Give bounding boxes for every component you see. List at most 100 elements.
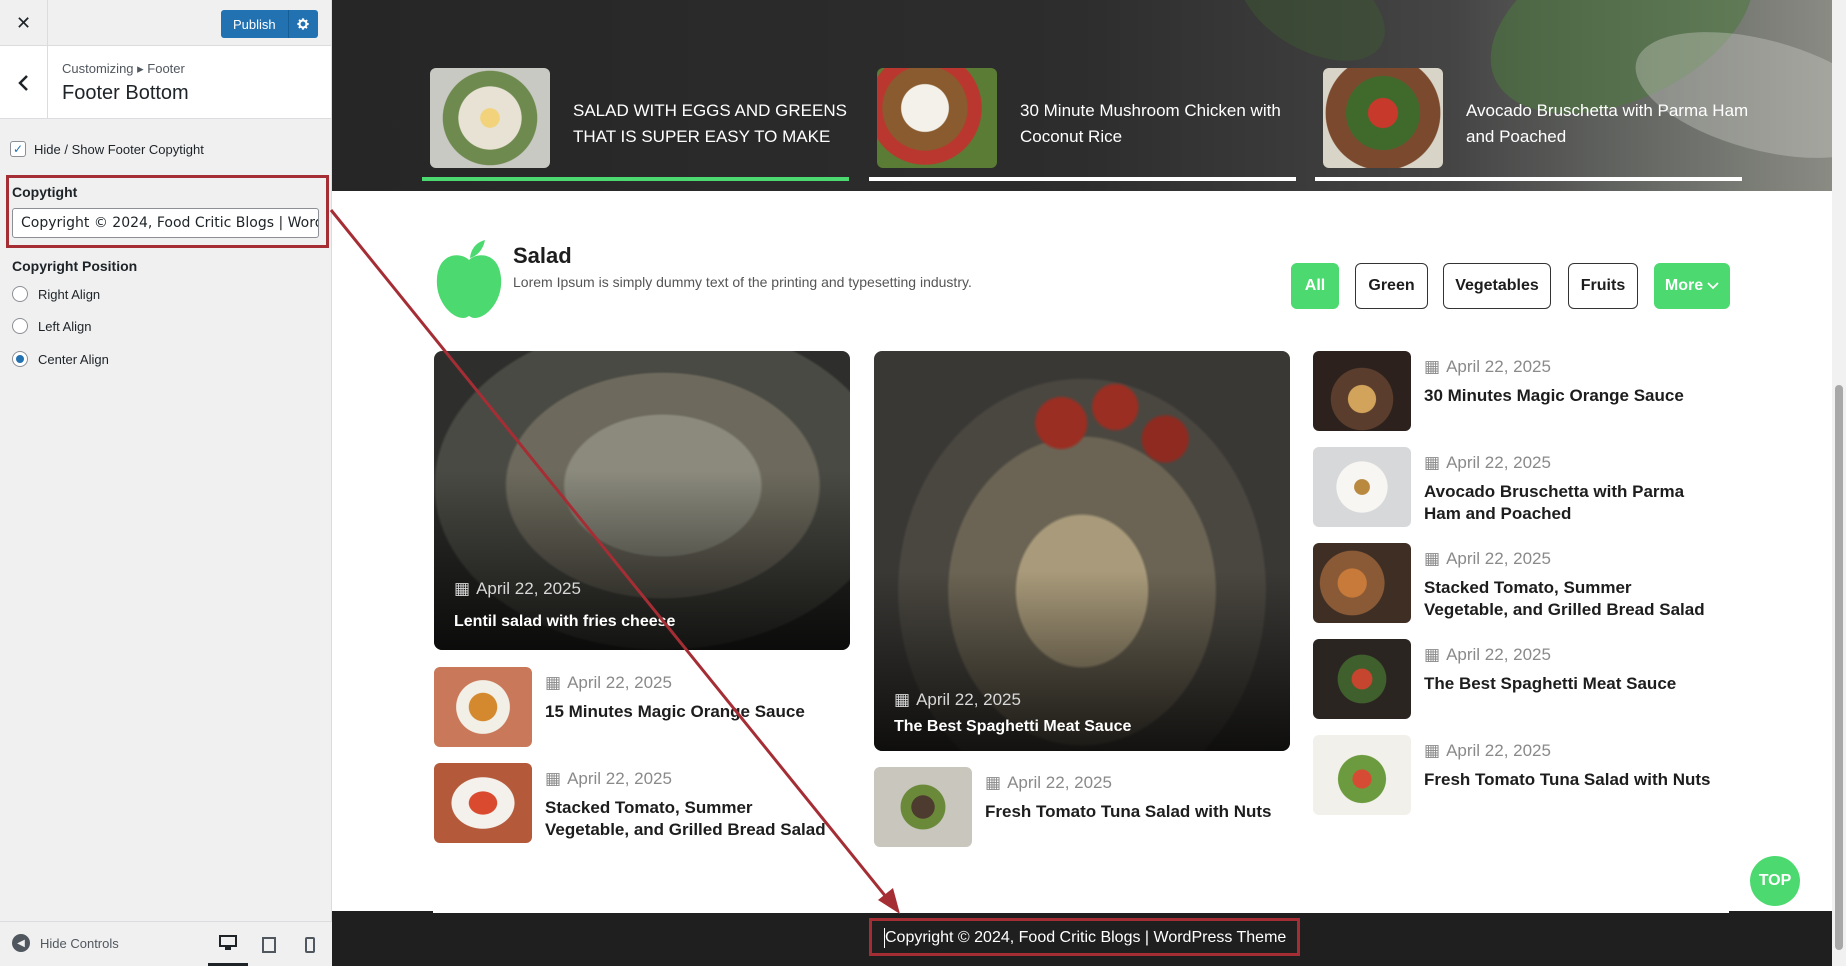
radio-center-align[interactable]: Center Align xyxy=(12,351,109,367)
customizer-sidebar: ✕ Publish Customizing ▸ Footer Footer Bo… xyxy=(0,0,332,966)
close-icon[interactable]: ✕ xyxy=(0,0,48,46)
calendar-icon: ▦ xyxy=(985,773,1002,792)
radio-right-align[interactable]: Right Align xyxy=(12,286,100,302)
slide-title[interactable]: 30 Minute Mushroom Chicken with Coconut … xyxy=(1020,98,1320,150)
mobile-preview-icon[interactable] xyxy=(290,922,330,966)
post-list-item[interactable]: ▦ April 22, 2025 Stacked Tomato, Summer V… xyxy=(434,763,850,843)
slide-progress-bar xyxy=(422,177,849,181)
gear-icon[interactable] xyxy=(287,10,318,38)
post-title[interactable]: Fresh Tomato Tuna Salad with Nuts xyxy=(1424,769,1714,791)
hero-slide[interactable]: 30 Minute Mushroom Chicken with Coconut … xyxy=(869,68,1307,182)
tablet-preview-icon[interactable] xyxy=(249,922,289,966)
copyright-position-label: Copyright Position xyxy=(12,258,138,274)
post-title[interactable]: The Best Spaghetti Meat Sauce xyxy=(894,718,1131,736)
slide-title[interactable]: SALAD WITH EGGS AND GREENS THAT IS SUPER… xyxy=(573,98,873,150)
back-to-top-button[interactable]: TOP xyxy=(1750,856,1800,906)
post-thumbnail[interactable] xyxy=(874,767,972,847)
post-title[interactable]: Avocado Bruschetta with Parma Ham and Po… xyxy=(1424,481,1714,525)
slide-thumbnail[interactable] xyxy=(877,68,997,168)
slide-title[interactable]: Avocado Bruschetta with Parma Ham and Po… xyxy=(1466,98,1766,150)
post-date: ▦ April 22, 2025 xyxy=(985,773,1112,792)
post-title[interactable]: 15 Minutes Magic Orange Sauce xyxy=(545,701,835,723)
slide-progress-bar xyxy=(869,177,1296,181)
post-title[interactable]: 30 Minutes Magic Orange Sauce xyxy=(1424,385,1714,407)
footer-copyright-text[interactable]: Copyright © 2024, Food Critic Blogs | Wo… xyxy=(885,929,1286,947)
post-title[interactable]: Stacked Tomato, Summer Vegetable, and Gr… xyxy=(1424,577,1714,621)
radio-button[interactable] xyxy=(12,318,28,334)
featured-post-card[interactable]: ▦ April 22, 2025 The Best Spaghetti Meat … xyxy=(874,351,1290,751)
radio-label: Left Align xyxy=(38,318,92,334)
hide-show-copyright-checkbox[interactable]: ✓ xyxy=(10,141,26,157)
radio-label: Right Align xyxy=(38,286,101,302)
filter-vegetables-button[interactable]: Vegetables xyxy=(1443,263,1551,309)
copyright-input[interactable]: Copyright © 2024, Food Critic Blogs | Wo… xyxy=(12,208,319,238)
image-overlay xyxy=(434,351,850,650)
post-list-item[interactable]: ▦ April 22, 2025 15 Minutes Magic Orange … xyxy=(434,667,850,747)
post-date: ▦ April 22, 2025 xyxy=(545,673,672,692)
post-date: ▦ April 22, 2025 xyxy=(1424,549,1551,568)
post-title[interactable]: Lentil salad with fries cheese xyxy=(454,613,675,631)
filter-all-button[interactable]: All xyxy=(1291,263,1339,309)
panel-title: Footer Bottom xyxy=(62,82,189,104)
calendar-icon: ▦ xyxy=(1424,549,1441,568)
post-thumbnail[interactable] xyxy=(1313,447,1411,527)
post-title[interactable]: The Best Spaghetti Meat Sauce xyxy=(1424,673,1714,695)
filter-more-label: More xyxy=(1664,277,1704,294)
scrollbar-thumb[interactable] xyxy=(1835,385,1843,950)
post-list-item[interactable]: ▦ April 22, 2025 The Best Spaghetti Meat … xyxy=(1313,639,1733,719)
hide-controls-label: Hide Controls xyxy=(40,935,119,951)
radio-left-align[interactable]: Left Align xyxy=(12,318,92,334)
section-description: Lorem Ipsum is simply dummy text of the … xyxy=(513,274,972,290)
post-thumbnail[interactable] xyxy=(1313,543,1411,623)
post-list-item[interactable]: ▦ April 22, 2025 Fresh Tomato Tuna Salad … xyxy=(1313,735,1733,815)
calendar-icon: ▦ xyxy=(1424,645,1441,664)
filter-fruits-button[interactable]: Fruits xyxy=(1568,263,1638,309)
calendar-icon: ▦ xyxy=(1424,357,1441,376)
slide-thumbnail[interactable] xyxy=(430,68,550,168)
desktop-preview-icon[interactable] xyxy=(208,922,248,966)
back-arrow-icon[interactable] xyxy=(0,46,48,119)
site-preview: SALAD WITH EGGS AND GREENS THAT IS SUPER… xyxy=(332,0,1832,966)
post-date: ▦ April 22, 2025 xyxy=(454,579,581,598)
filter-green-button[interactable]: Green xyxy=(1355,263,1428,309)
post-list-item[interactable]: ▦ April 22, 2025 Avocado Bruschetta with … xyxy=(1313,447,1733,527)
breadcrumb: Customizing ▸ Footer xyxy=(62,61,185,76)
slide-thumbnail[interactable] xyxy=(1323,68,1443,168)
post-thumbnail[interactable] xyxy=(1313,351,1411,431)
post-date: ▦ April 22, 2025 xyxy=(1424,357,1551,376)
hide-show-copyright-label: Hide / Show Footer Copytight xyxy=(34,141,204,157)
hero-slider: SALAD WITH EGGS AND GREENS THAT IS SUPER… xyxy=(332,0,1832,191)
post-list-item[interactable]: ▦ April 22, 2025 Fresh Tomato Tuna Salad … xyxy=(874,767,1290,847)
radio-label: Center Align xyxy=(38,351,109,367)
post-thumbnail[interactable] xyxy=(434,763,532,843)
featured-post-card[interactable]: ▦ April 22, 2025 Lentil salad with fries … xyxy=(434,351,850,650)
calendar-icon: ▦ xyxy=(894,690,911,709)
hide-controls-button[interactable]: ◀ Hide Controls xyxy=(12,934,119,952)
hero-slide[interactable]: Avocado Bruschetta with Parma Ham and Po… xyxy=(1315,68,1753,182)
chevron-down-icon xyxy=(1707,282,1719,290)
preview-scrollbar[interactable] xyxy=(1832,0,1846,966)
post-thumbnail[interactable] xyxy=(434,667,532,747)
hide-show-copyright-row: ✓ Hide / Show Footer Copytight xyxy=(10,141,321,157)
radio-button[interactable] xyxy=(12,286,28,302)
section-header: Customizing ▸ Footer Footer Bottom xyxy=(0,46,331,119)
post-thumbnail[interactable] xyxy=(1313,639,1411,719)
post-thumbnail[interactable] xyxy=(1313,735,1411,815)
hero-slide[interactable]: SALAD WITH EGGS AND GREENS THAT IS SUPER… xyxy=(422,68,860,182)
customizer-header: ✕ Publish xyxy=(0,0,331,46)
radio-button[interactable] xyxy=(12,351,28,367)
post-list-item[interactable]: ▦ April 22, 2025 30 Minutes Magic Orange … xyxy=(1313,351,1733,431)
filter-more-button[interactable]: More xyxy=(1654,263,1730,309)
publish-button[interactable]: Publish xyxy=(221,10,288,38)
collapse-icon: ◀ xyxy=(12,934,30,952)
customizer-footer: ◀ Hide Controls xyxy=(0,921,332,966)
calendar-icon: ▦ xyxy=(1424,741,1441,760)
calendar-icon: ▦ xyxy=(545,769,562,788)
calendar-icon: ▦ xyxy=(1424,453,1441,472)
post-date: ▦ April 22, 2025 xyxy=(1424,741,1551,760)
section-title: Salad xyxy=(513,243,572,268)
post-title[interactable]: Stacked Tomato, Summer Vegetable, and Gr… xyxy=(545,797,835,841)
copyright-label: Copytight xyxy=(12,184,78,200)
post-list-item[interactable]: ▦ April 22, 2025 Stacked Tomato, Summer V… xyxy=(1313,543,1733,623)
post-title[interactable]: Fresh Tomato Tuna Salad with Nuts xyxy=(985,801,1275,823)
